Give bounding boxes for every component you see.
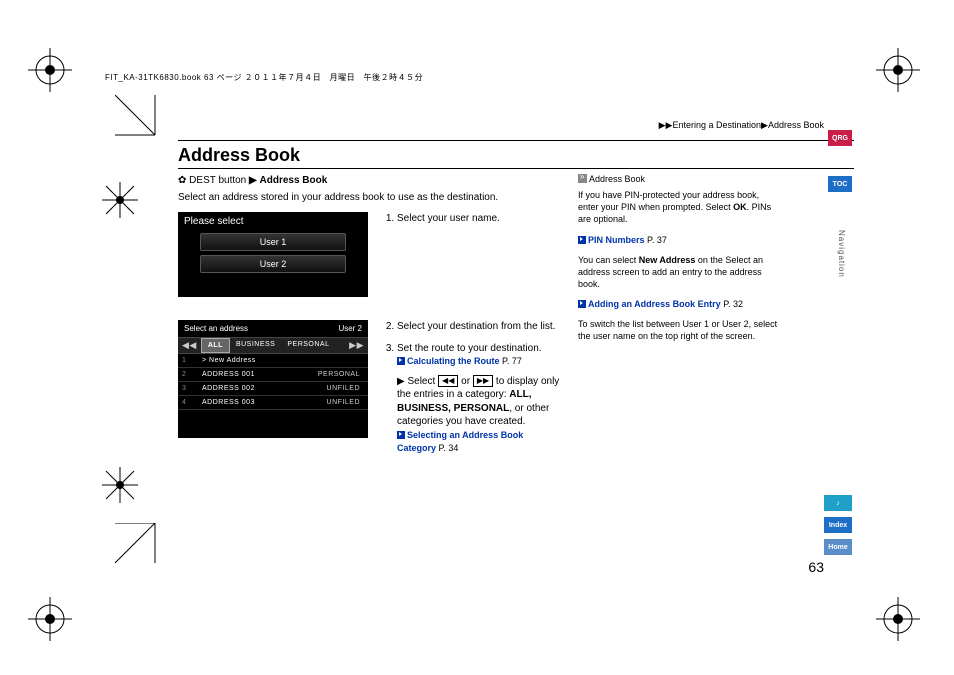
steps-2-3: Select your destination from the list. S… [383,320,563,464]
bottom-side-tabs: ♪ Index Home [824,495,852,555]
divider [178,140,854,141]
link-icon [578,236,586,244]
sidebar-p3: To switch the list between User 1 or Use… [578,318,778,342]
side-tabs: QRG TOC [828,130,852,192]
step-1: Select your user name. [383,212,563,326]
registration-mark-icon [876,48,926,98]
crop-line-icon [115,95,175,155]
screen-title: Please select [178,212,368,229]
tab-voice-icon[interactable]: ♪ [824,495,852,511]
user-1-button: User 1 [200,233,346,251]
star-mark-icon [100,465,140,505]
link-adding-entry[interactable]: Adding an Address Book Entry P. 32 [578,298,778,310]
step-2-text: Select your destination from the list. [397,320,563,334]
screenshot-select-address: Select an address User 2 ◀◀ ALL BUSINESS… [178,320,368,438]
link-pin-numbers[interactable]: PIN Numbers P. 37 [578,234,778,246]
breadcrumb: ▶▶Entering a Destination▶Address Book [659,120,824,131]
user-2-button: User 2 [200,255,346,273]
tab-business: BUSINESS [230,338,281,353]
link-address-category[interactable]: Selecting an Address Book Category P. 34 [397,430,523,454]
star-mark-icon [100,180,140,220]
divider [178,168,854,169]
navigation-path: ✿ DEST button ▶ Address Book [178,175,327,186]
page-number: 63 [808,559,824,575]
link-icon [397,357,405,365]
tab-personal: PERSONAL [281,338,335,353]
link-icon [578,300,586,308]
prev-category-icon: ◀◀ [438,375,458,387]
tab-next-icon: ▶▶ [345,338,368,353]
link-calculating-route[interactable]: Calculating the Route P. 77 [397,356,522,366]
table-row: 4ADDRESS 003UNFILED [178,396,368,410]
registration-mark-icon [876,597,926,647]
address-table: 1> New Address 2ADDRESS 001PERSONAL 3ADD… [178,354,368,410]
nav-arrow: ▶ [249,175,257,186]
section-label-navigation: Navigation [837,230,846,278]
crop-line-icon [115,523,175,583]
intro-text: Select an address stored in your address… [178,192,558,203]
link-icon [397,431,405,439]
screen2-user: User 2 [338,324,362,333]
dest-icon: ✿ [178,175,189,186]
nav-pre: DEST button [189,175,246,186]
screenshot-please-select: Please select User 1 User 2 [178,212,368,297]
table-row: 1> New Address [178,354,368,368]
next-category-icon: ▶▶ [473,375,493,387]
sidebar-notes: Address Book If you have PIN-protected y… [578,173,778,351]
registration-mark-icon [28,48,78,98]
screen2-title: Select an address [184,324,248,333]
tab-toc[interactable]: TOC [828,176,852,192]
step-3-text: Set the route to your destination. [397,343,542,354]
registration-mark-icon [28,597,78,647]
note-icon [578,174,587,183]
tab-index[interactable]: Index [824,517,852,533]
tab-qrg[interactable]: QRG [828,130,852,146]
step-3: Set the route to your destination. Calcu… [397,342,563,456]
nav-target: Address Book [260,175,328,186]
tab-prev-icon: ◀◀ [178,338,201,353]
source-file-header: FIT_KA-31TK6830.book 63 ページ ２０１１年７月４日 月曜… [105,72,423,83]
step-1-text: Select your user name. [397,212,563,226]
tab-all: ALL [201,338,230,353]
sidebar-heading: Address Book [578,173,778,185]
tab-home[interactable]: Home [824,539,852,555]
page-title: Address Book [178,145,300,166]
table-row: 2ADDRESS 001PERSONAL [178,368,368,382]
table-row: 3ADDRESS 002UNFILED [178,382,368,396]
